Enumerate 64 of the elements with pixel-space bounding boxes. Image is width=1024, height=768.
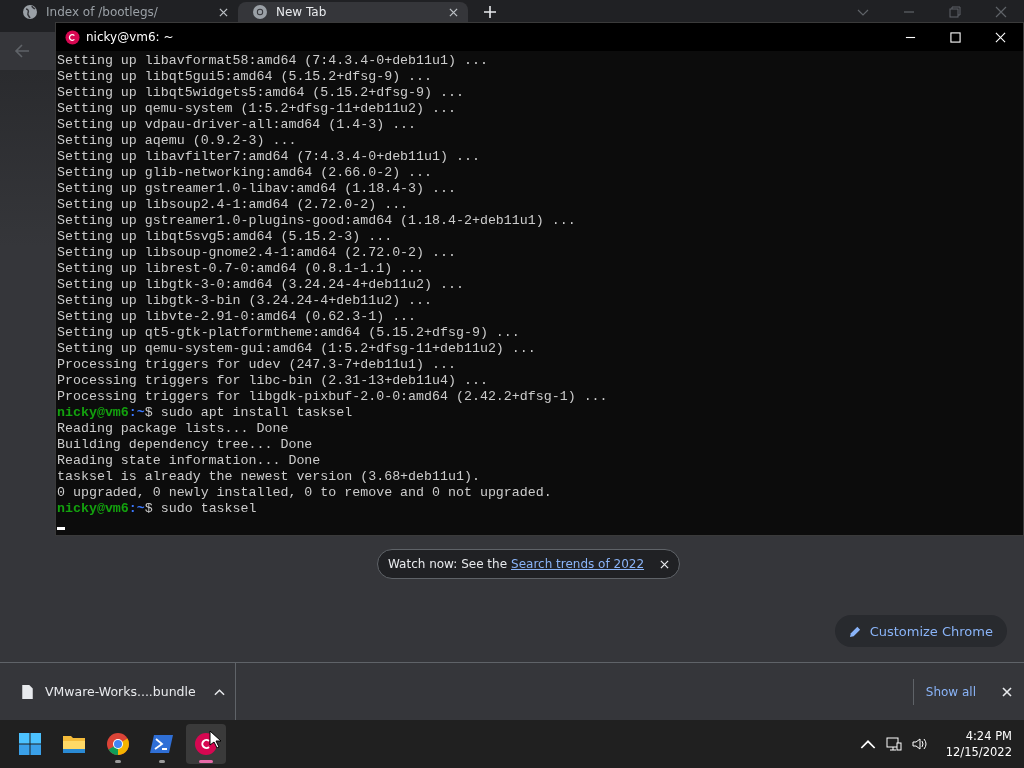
chrome-icon bbox=[252, 4, 268, 20]
terminal-command: $ sudo apt install tasksel bbox=[144, 405, 353, 420]
window-title: nicky@vm6: ~ bbox=[86, 30, 174, 44]
mouse-cursor-icon bbox=[209, 730, 221, 748]
close-icon[interactable] bbox=[449, 7, 458, 17]
download-filename: VMware-Works....bundle bbox=[45, 684, 196, 699]
new-tab-icon[interactable] bbox=[484, 6, 496, 18]
terminal-line: Setting up qemu-system (1:5.2+dfsg-11+deb11u2) ... bbox=[57, 101, 457, 117]
terminal-line: Setting up qt5-gtk-platformtheme:amd64 (5.15.2+dfsg-9) ... bbox=[57, 325, 521, 341]
prompt-path: :~ bbox=[128, 405, 145, 420]
terminal-line: Setting up libavformat58:amd64 (7:4.3.4-0+deb11u1) ... bbox=[57, 53, 489, 69]
chrome-icon bbox=[106, 732, 130, 756]
notice-text: Watch now: See the bbox=[388, 557, 508, 571]
terminal-line: Setting up libsoup-gnome2.4-1:amd64 (2.72.0-2) ... bbox=[57, 245, 457, 261]
browser-tab[interactable]: New Tab bbox=[238, 2, 468, 22]
terminal-line: 0 upgraded, 0 newly installed, 0 to remove and 0 not upgraded. bbox=[57, 485, 553, 501]
terminal-line: Setting up libavfilter7:amd64 (7:4.3.4-0+deb11u1) ... bbox=[57, 149, 481, 165]
terminal-line: Processing triggers for udev (247.3-7+deb11u1) ... bbox=[57, 357, 457, 373]
file-icon bbox=[22, 684, 33, 699]
clock[interactable]: 4:24 PM 12/15/2022 bbox=[945, 728, 1012, 760]
terminal-line: Setting up libsoup2.4-1:amd64 (2.72.0-2) ... bbox=[57, 197, 410, 213]
terminal-line: Setting up libvte-2.91-0:amd64 (0.62.3-1) ... bbox=[57, 309, 418, 325]
terminal-line: Setting up libgtk-3-bin (3.24.24-4+deb11u2) ... bbox=[57, 293, 434, 309]
close-icon[interactable] bbox=[219, 7, 228, 17]
network-icon[interactable] bbox=[885, 736, 902, 752]
terminal-line: Setting up vdpau-driver-all:amd64 (1.4-3) ... bbox=[57, 117, 418, 133]
terminal-prompt-icon bbox=[150, 732, 174, 756]
globe-icon bbox=[22, 4, 38, 20]
terminal-line: Setting up qemu-system-gui:amd64 (1:5.2+dfsg-11+deb11u2) ... bbox=[57, 341, 537, 357]
prompt-user: nicky@vm6 bbox=[57, 405, 129, 420]
terminal-line: tasksel is already the newest version (3.68+deb11u1). bbox=[57, 469, 481, 485]
prompt-path: :~ bbox=[128, 501, 145, 516]
terminal-line: Reading package lists... Done bbox=[57, 421, 290, 437]
terminal-line: Setting up libqt5gui5:amd64 (5.15.2+dfsg-9) ... bbox=[57, 69, 434, 85]
customize-chrome-button[interactable]: Customize Chrome bbox=[834, 615, 1007, 647]
text-cursor bbox=[57, 527, 65, 530]
volume-icon[interactable] bbox=[911, 736, 928, 752]
trends-link[interactable]: Search trends of 2022 bbox=[511, 557, 645, 571]
windows-logo-icon bbox=[18, 732, 42, 756]
terminal-line: Processing triggers for libc-bin (2.31-13+deb11u4) ... bbox=[57, 373, 489, 389]
terminal-command: $ sudo tasksel bbox=[144, 501, 257, 516]
terminal-line: Reading state information... Done bbox=[57, 453, 322, 469]
tab-title: New Tab bbox=[276, 5, 328, 19]
terminal-line: Setting up libgtk-3-0:amd64 (3.24.24-4+deb11u2) ... bbox=[57, 277, 465, 293]
terminal-line: Setting up aqemu (0.9.2-3) ... bbox=[57, 133, 298, 149]
caret-up-icon[interactable] bbox=[213, 687, 225, 696]
taskbar-app[interactable] bbox=[186, 724, 226, 764]
swirl-logo-icon bbox=[65, 29, 80, 45]
terminal-line: Setting up glib-networking:amd64 (2.66.0-2) ... bbox=[57, 165, 434, 181]
show-all-button[interactable]: Show all bbox=[912, 678, 990, 705]
terminal-line: Setting up libqt5widgets5:amd64 (5.15.2+dfsg-9) ... bbox=[57, 85, 465, 101]
terminal-line: Setting up librest-0.7-0:amd64 (0.8.1-1.1) ... bbox=[57, 261, 426, 277]
terminal-line: Setting up gstreamer1.0-libav:amd64 (1.18.4-3) ... bbox=[57, 181, 457, 197]
terminal-line: Building dependency tree... Done bbox=[57, 437, 314, 453]
terminal-line: Setting up libqt5svg5:amd64 (5.15.2-3) ... bbox=[57, 229, 394, 245]
clock-time: 4:24 PM bbox=[965, 728, 1012, 744]
prompt-user: nicky@vm6 bbox=[57, 501, 129, 516]
tab-title: Index of /bootlegs/ bbox=[46, 5, 159, 19]
browser-tab[interactable]: Index of /bootlegs/ bbox=[8, 2, 238, 22]
terminal-line: Processing triggers for libgdk-pixbuf-2.0-0:amd64 (2.42.2+dfsg-1) ... bbox=[57, 389, 609, 405]
pencil-icon bbox=[848, 624, 862, 638]
maximize-icon[interactable] bbox=[950, 31, 961, 43]
terminal-line: Setting up gstreamer1.0-plugins-good:amd64 (1.18.4-2+deb11u1) ... bbox=[57, 213, 577, 229]
clock-date: 12/15/2022 bbox=[945, 744, 1012, 760]
